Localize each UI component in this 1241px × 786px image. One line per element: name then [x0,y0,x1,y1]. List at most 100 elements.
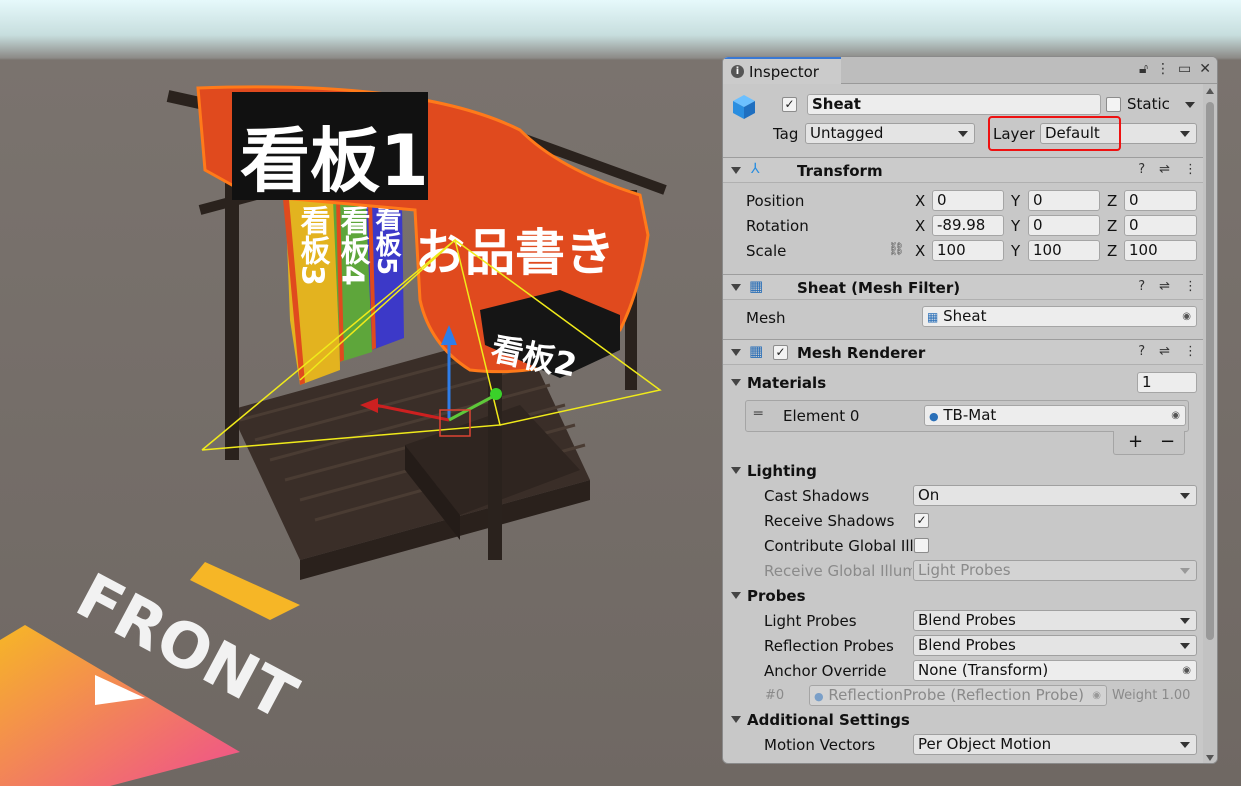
position-z-label[interactable]: Z [1107,192,1117,210]
scrollbar-thumb[interactable] [1206,102,1214,640]
additional-settings-label: Additional Settings [747,711,910,729]
position-x-field[interactable]: 0 [932,190,1004,211]
presets-icon[interactable]: ⇌ [1159,279,1170,294]
position-z-field[interactable]: 0 [1124,190,1197,211]
rotation-label: Rotation [746,217,809,235]
probe0-value: ReflectionProbe (Reflection Probe) [828,686,1084,704]
motion-vectors-label: Motion Vectors [764,736,876,754]
scale-y-field[interactable]: 100 [1028,240,1100,261]
mesh-label: Mesh [746,309,786,327]
presets-icon[interactable]: ⇌ [1159,344,1170,359]
help-icon[interactable]: ? [1138,162,1145,177]
cast-shadows-dropdown[interactable]: On [913,485,1197,506]
sign-board-1[interactable]: 看板1 [232,92,429,202]
probes-label: Probes [747,587,806,605]
position-y-field[interactable]: 0 [1028,190,1100,211]
element0-field[interactable]: ● TB-Mat ◉ [924,405,1186,426]
component-menu-icon[interactable]: ⋮ [1184,279,1197,294]
receive-gi-value: Light Probes [918,561,1011,579]
scale-x-field[interactable]: 100 [932,240,1004,261]
transform-header[interactable]: ⅄ Transform ? ⇌ ⋮ [723,157,1205,183]
inspector-panel: i Inspector 🔓︎ ⋮ ▭ ✕ ✓ Sheat Static Tag … [722,56,1218,764]
rotation-y-label[interactable]: Y [1011,217,1020,235]
inspector-tab[interactable]: i Inspector [723,57,841,84]
rotation-x-label[interactable]: X [915,217,925,235]
rotation-x-field[interactable]: -89.98 [932,215,1004,236]
probe0-field: ● ReflectionProbe (Reflection Probe) ◉ [809,685,1107,706]
scale-z-label[interactable]: Z [1107,242,1117,260]
banner-text: お品書き [415,224,615,282]
maximize-icon[interactable]: ▭ [1178,61,1191,77]
rotation-y-field[interactable]: 0 [1028,215,1100,236]
component-menu-icon[interactable]: ⋮ [1184,162,1197,177]
scale-x-label[interactable]: X [915,242,925,260]
help-icon[interactable]: ? [1138,279,1145,294]
light-probes-dropdown[interactable]: Blend Probes [913,610,1197,631]
more-icon[interactable]: ⋮ [1156,61,1170,77]
cast-shadows-label: Cast Shadows [764,487,870,505]
remove-element-button[interactable]: − [1160,431,1175,452]
scale-label: Scale [746,242,787,260]
tag-dropdown[interactable]: Untagged [805,123,975,144]
static-dropdown-arrow[interactable] [1185,102,1195,108]
sign-1-text: 看板1 [240,120,429,202]
mesh-icon: ▦ [927,310,939,324]
add-element-button[interactable]: + [1128,431,1143,452]
front-orientation-gizmo[interactable]: FRONT [0,559,308,786]
transform-icon: ⅄ [751,161,760,177]
motion-vectors-dropdown[interactable]: Per Object Motion [913,734,1197,755]
constrain-proportions-icon[interactable]: ⛓︎ [888,242,905,257]
inspector-tabbar: i Inspector 🔓︎ ⋮ ▭ ✕ [723,57,1217,84]
position-label: Position [746,192,805,210]
anchor-override-field[interactable]: None (Transform) ◉ [913,660,1197,681]
drag-handle-icon[interactable]: ═ [754,406,762,422]
cast-shadows-value: On [918,486,940,504]
rotation-z-field[interactable]: 0 [1124,215,1197,236]
lock-icon[interactable]: 🔓︎ [1139,61,1148,77]
materials-count-field[interactable]: 1 [1137,372,1197,393]
scroll-down-icon[interactable] [1206,755,1214,761]
inspector-scrollbar[interactable] [1203,84,1217,763]
position-y-label[interactable]: Y [1011,192,1020,210]
rotation-z-label[interactable]: Z [1107,217,1117,235]
receive-gi-dropdown: Light Probes [913,560,1197,581]
object-picker-icon[interactable]: ◉ [1182,307,1191,326]
layer-highlight-box [988,116,1121,151]
receive-shadows-checkbox[interactable]: ✓ [914,513,929,528]
mesh-renderer-header[interactable]: ▦ ✓ Mesh Renderer ? ⇌ ⋮ [723,339,1205,365]
mesh-renderer-enabled-checkbox[interactable]: ✓ [773,345,788,360]
mesh-field[interactable]: ▦ Sheat ◉ [922,306,1197,327]
static-checkbox[interactable] [1106,97,1121,112]
reflection-probes-dropdown[interactable]: Blend Probes [913,635,1197,656]
probe0-index: #0 [765,688,785,703]
object-picker-icon[interactable]: ◉ [1171,406,1180,425]
probes-foldout[interactable]: Probes [731,587,806,605]
contribute-gi-checkbox[interactable] [914,538,929,553]
mesh-filter-header[interactable]: ▦ Sheat (Mesh Filter) ? ⇌ ⋮ [723,274,1205,300]
position-x-label[interactable]: X [915,192,925,210]
component-menu-icon[interactable]: ⋮ [1184,344,1197,359]
flag-4-text: 看板4 [335,205,371,286]
vertical-flags[interactable]: 看板3 看板4 看板5 [282,188,404,385]
scroll-up-icon[interactable] [1206,88,1214,94]
materials-label: Materials [747,374,827,392]
tag-label: Tag [773,125,799,143]
lighting-foldout[interactable]: Lighting [731,462,817,480]
tag-value: Untagged [810,124,884,142]
light-probes-label: Light Probes [764,612,857,630]
object-picker-icon[interactable]: ◉ [1182,661,1191,680]
scale-y-label[interactable]: Y [1011,242,1020,260]
mesh-value: Sheat [943,307,987,325]
lighting-label: Lighting [747,462,817,480]
presets-icon[interactable]: ⇌ [1159,162,1170,177]
materials-foldout[interactable]: Materials [731,374,826,392]
reflection-probes-value: Blend Probes [918,636,1016,654]
gameobject-icon[interactable] [731,93,757,121]
reflection-probe-icon: ● [814,690,824,703]
active-checkbox[interactable]: ✓ [782,97,797,112]
scale-z-field[interactable]: 100 [1124,240,1197,261]
additional-settings-foldout[interactable]: Additional Settings [731,711,910,729]
object-name-field[interactable]: Sheat [807,94,1101,115]
close-icon[interactable]: ✕ [1199,61,1211,77]
help-icon[interactable]: ? [1138,344,1145,359]
